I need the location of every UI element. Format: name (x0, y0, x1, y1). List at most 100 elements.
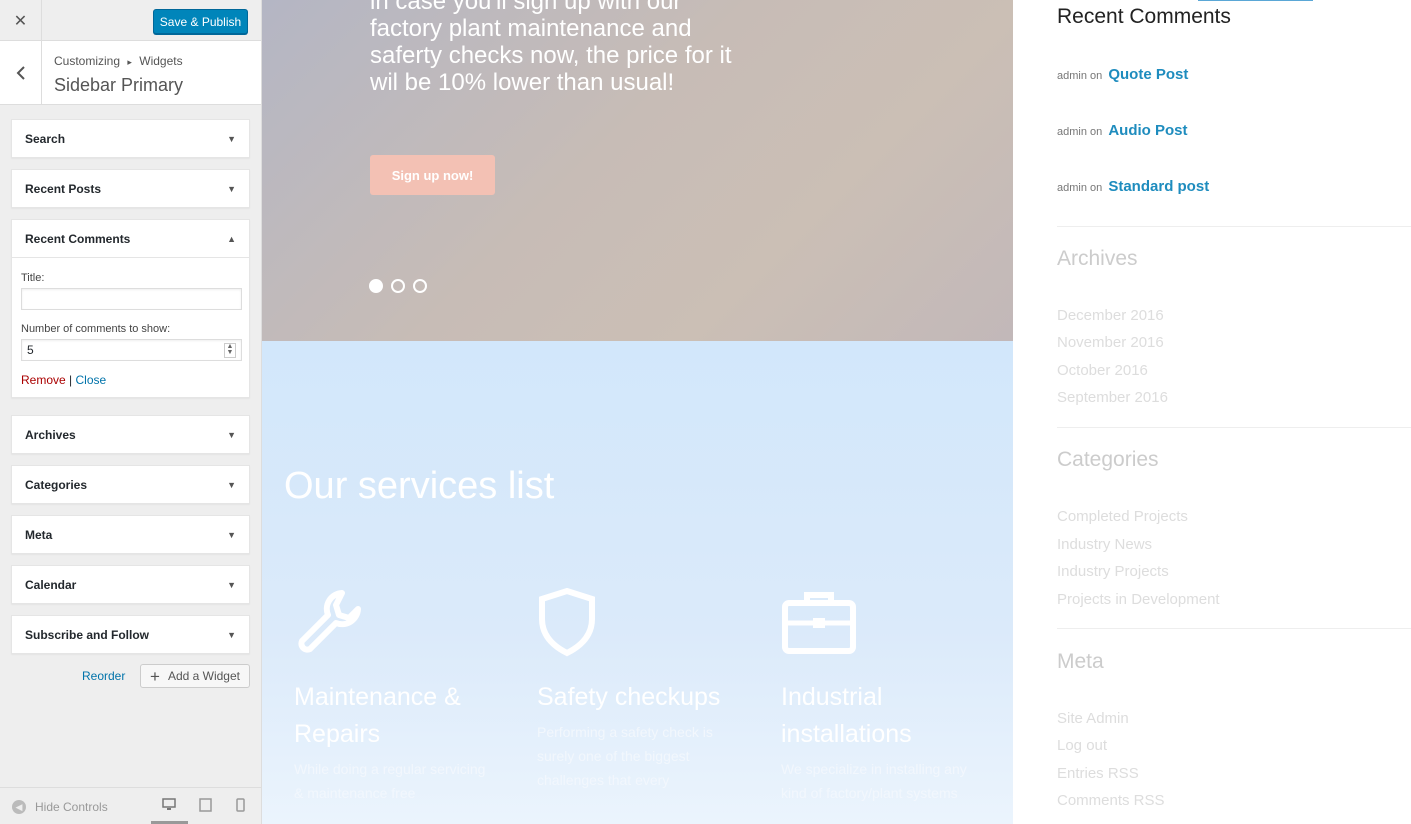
title-input[interactable] (21, 288, 242, 310)
hero-text: in case you'll sign up with our factory … (370, 0, 732, 96)
slider-dot[interactable] (391, 279, 405, 293)
widget-title: Recent Comments (25, 231, 131, 246)
category-link[interactable]: Completed Projects (1057, 508, 1188, 525)
widget-form: Title: Number of comments to show: 5 ▲ ▼ … (12, 257, 249, 397)
archive-link[interactable]: November 2016 (1057, 334, 1164, 351)
desktop-preview-icon[interactable] (162, 798, 176, 814)
save-publish-button[interactable]: Save & Publish (153, 9, 248, 34)
breadcrumb-leaf: Widgets (139, 54, 183, 68)
signup-button[interactable]: Sign up now! (370, 155, 495, 195)
widget-title: Subscribe and Follow (25, 627, 150, 642)
slider-dot[interactable] (413, 279, 427, 293)
expand-arrow-icon[interactable]: ▼ (227, 134, 236, 144)
close-link[interactable]: Close (76, 373, 107, 387)
comment-author: admin (1057, 126, 1087, 138)
comment-on: on (1090, 70, 1103, 82)
expand-arrow-icon[interactable]: ▼ (227, 530, 236, 540)
service-name: Safety checkups (537, 683, 721, 711)
services-title: Our services list (284, 465, 555, 507)
expand-arrow-icon[interactable]: ▼ (227, 430, 236, 440)
breadcrumb: Customizing ▸ Widgets (54, 54, 183, 68)
wrench-icon (294, 587, 494, 657)
customizer-footer: ◀ Hide Controls (0, 787, 261, 824)
divider (1057, 226, 1411, 227)
shield-icon (537, 587, 737, 657)
archives-title: Archives (1057, 247, 1138, 270)
collapse-arrow-icon[interactable]: ▲ (227, 234, 236, 244)
meta-title: Meta (1057, 650, 1104, 673)
meta-link[interactable]: Comments RSS (1057, 792, 1165, 809)
category-link[interactable]: Projects in Development (1057, 591, 1220, 608)
widget-title: Calendar (25, 577, 77, 592)
comment-count-stepper[interactable]: 5 ▲ ▼ (21, 339, 242, 361)
back-arrow-icon[interactable] (0, 41, 42, 104)
widget-title: Archives (25, 427, 76, 442)
archive-link[interactable]: December 2016 (1057, 307, 1164, 324)
category-link[interactable]: Industry News (1057, 536, 1152, 553)
title-field-label: Title: (21, 272, 45, 284)
count-field-label: Number of comments to show: (21, 323, 171, 335)
mobile-preview-icon[interactable] (236, 798, 245, 815)
meta-link[interactable]: Log out (1057, 737, 1107, 754)
comment-post-link[interactable]: Quote Post (1108, 66, 1188, 83)
widget-calendar[interactable]: Calendar ▼ (11, 565, 250, 604)
slider-dot-active[interactable] (369, 279, 383, 293)
close-icon[interactable]: ✕ (0, 0, 42, 41)
reorder-link[interactable]: Reorder (82, 669, 125, 683)
widget-recent-comments[interactable]: Recent Comments ▲ Title: Number of commen… (11, 219, 250, 398)
comment-post-link[interactable]: Standard post (1108, 178, 1209, 195)
service-desc: We specialize in installing any kind of … (781, 761, 967, 801)
service-desc: Performing a safety check is surely one … (537, 724, 713, 788)
customizer-panel: ✕ Save & Publish Customizing ▸ Widgets S… (0, 0, 262, 824)
expand-arrow-icon[interactable]: ▼ (227, 480, 236, 490)
customizer-header: ✕ Save & Publish (0, 0, 261, 41)
comment-count-value: 5 (27, 343, 34, 357)
section-title: Sidebar Primary (54, 75, 184, 95)
hide-controls-label: Hide Controls (35, 800, 108, 814)
recent-comments-title: Recent Comments (1057, 5, 1231, 28)
add-widget-button[interactable]: + Add a Widget (140, 664, 250, 688)
widget-categories[interactable]: Categories ▼ (11, 465, 250, 504)
focus-indicator (1198, 0, 1313, 1)
breadcrumb-root: Customizing (54, 54, 121, 68)
service-name: Industrial installations (781, 683, 912, 748)
widget-archives[interactable]: Archives ▼ (11, 415, 250, 454)
comment-on: on (1090, 182, 1103, 194)
widget-recent-posts[interactable]: Recent Posts ▼ (11, 169, 250, 208)
comment-item: admin on Quote Post (1057, 66, 1188, 83)
widget-title: Search (25, 131, 66, 146)
expand-arrow-icon[interactable]: ▼ (227, 630, 236, 640)
comment-item: admin on Standard post (1057, 178, 1209, 195)
remove-link[interactable]: Remove (21, 373, 66, 387)
hide-controls-button[interactable]: ◀ Hide Controls (12, 800, 108, 814)
stepper-arrows-icon[interactable]: ▲ ▼ (224, 343, 236, 358)
services-section: Our services list Maintenance & Repairs … (262, 341, 1013, 824)
widget-title: Categories (25, 477, 88, 492)
divider (1057, 628, 1411, 629)
expand-arrow-icon[interactable]: ▼ (227, 184, 236, 194)
expand-arrow-icon[interactable]: ▼ (227, 580, 236, 590)
hide-controls-icon: ◀ (12, 800, 26, 814)
briefcase-icon (781, 587, 981, 657)
meta-link[interactable]: Entries RSS (1057, 765, 1139, 782)
service-desc: While doing a regular servicing & mainte… (294, 761, 486, 801)
divider (1057, 427, 1411, 428)
action-separator: | (69, 373, 73, 387)
service-item: Industrial installations We specialize i… (781, 587, 981, 805)
widget-meta[interactable]: Meta ▼ (11, 515, 250, 554)
widget-subscribe-follow[interactable]: Subscribe and Follow ▼ (11, 615, 250, 654)
widget-title: Recent Posts (25, 181, 102, 196)
archive-link[interactable]: September 2016 (1057, 389, 1168, 406)
sidebar-preview: Recent Comments admin on Quote Post admi… (1013, 0, 1411, 824)
breadcrumb-separator: ▸ (127, 57, 132, 67)
archive-link[interactable]: October 2016 (1057, 362, 1148, 379)
categories-title: Categories (1057, 448, 1159, 471)
comment-item: admin on Audio Post (1057, 122, 1188, 139)
section-header: Customizing ▸ Widgets Sidebar Primary (0, 41, 261, 105)
comment-author: admin (1057, 182, 1087, 194)
tablet-preview-icon[interactable] (199, 798, 212, 815)
category-link[interactable]: Industry Projects (1057, 563, 1169, 580)
comment-post-link[interactable]: Audio Post (1108, 122, 1187, 139)
meta-link[interactable]: Site Admin (1057, 710, 1129, 727)
widget-search[interactable]: Search ▼ (11, 119, 250, 158)
